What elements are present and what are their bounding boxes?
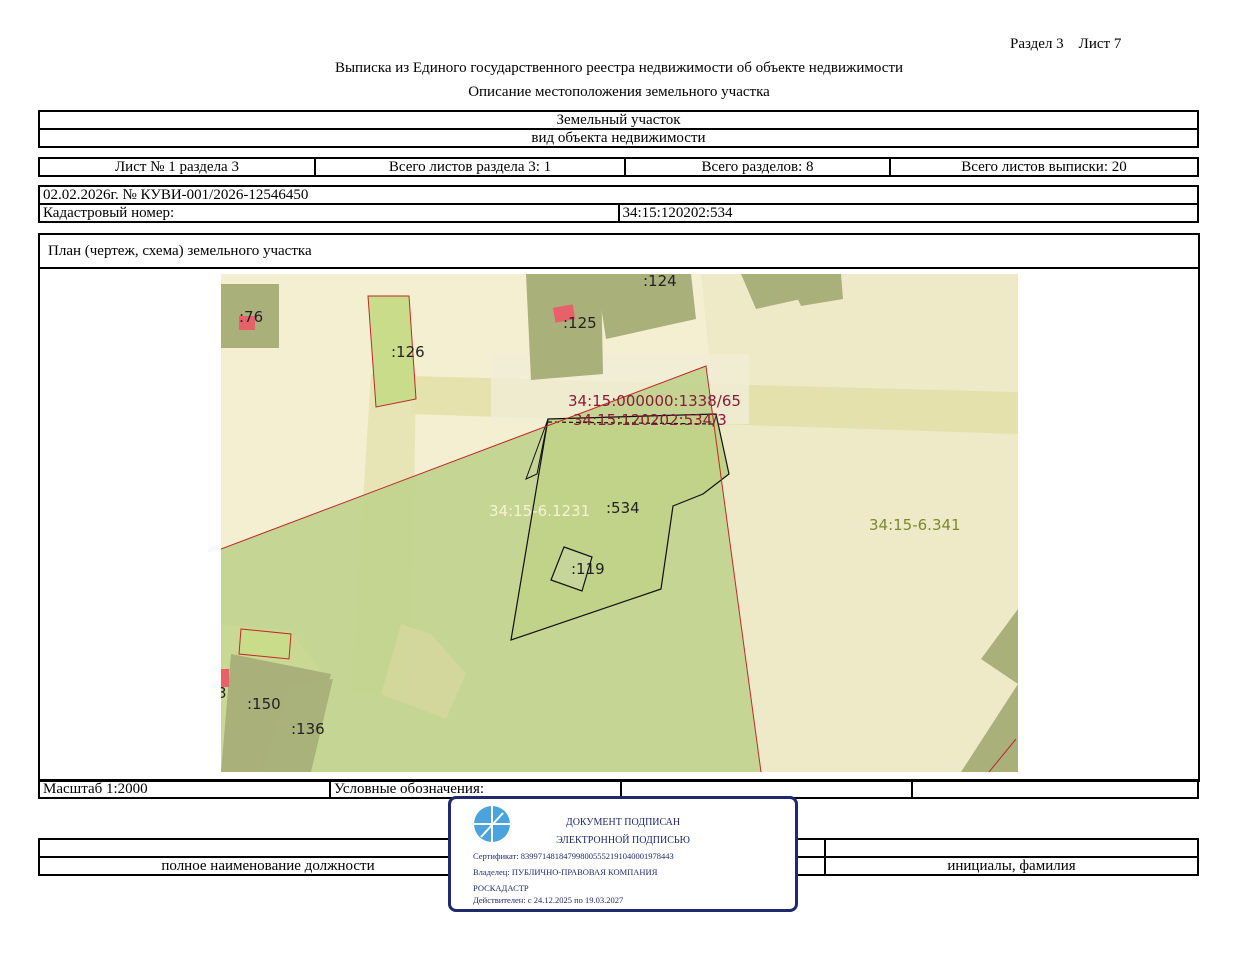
stamp-owner: Владелец: ПУБЛИЧНО-ПРАВОВАЯ КОМПАНИЯ [473,867,658,877]
position-cell-empty [38,838,498,858]
document-title: Выписка из Единого государственного реес… [334,60,904,76]
plan-caption-row: План (чертеж, схема) земельного участка [40,235,1198,269]
scale: Масштаб 1:2000 [38,779,331,799]
stamp-line-2: ЭЛЕКТРОННОЙ ПОДПИСЬЮ [556,835,690,846]
legend-cell-empty-2 [911,779,1199,799]
name-cell-empty [824,838,1199,858]
date-number: 02.02.2026г. № КУВИ-001/2026-12546450 [38,185,1199,205]
record-table: 02.02.2026г. № КУВИ-001/2026-12546450 Ка… [38,185,1199,223]
label-zone-341: 34:15-6.341 [869,516,961,534]
cadastral-map[interactable]: :76 :125 :124 :126 34:15:000000:1338/65 … [221,274,1018,772]
label-zone-1231: 34:15-6.1231 [489,502,590,520]
object-table: Земельный участок вид объекта недвижимос… [38,110,1199,148]
label-3: 3 [221,684,227,702]
object-name: Земельный участок [38,110,1199,130]
label-125: :125 [563,314,597,332]
stamp-line-1: ДОКУМЕНТ ПОДПИСАН [565,817,681,828]
cadastral-value: 34:15:120202:534 [617,203,1199,223]
object-kind: вид объекта недвижимости [38,128,1199,148]
total-sheets-extract: Всего листов выписки: 20 [889,157,1199,177]
stamp-owner-2: РОСКАДАСТР [473,883,529,893]
total-sections: Всего разделов: 8 [624,157,891,177]
cadastral-label: Кадастровый номер: [38,203,620,223]
parcel-bottom-left-strip [238,628,292,660]
section-sheet-number: Раздел 3 Лист 7 [1010,36,1122,52]
sheet-number: Лист № 1 раздела 3 [38,157,316,177]
label-119: :119 [571,560,605,578]
stamp-valid: Действителен: с 24.12.2025 по 19.03.2027 [473,895,624,905]
position-caption: полное наименование должности [38,856,498,876]
label-parcel-534-3: 34:15:120202:534/3 [573,411,727,429]
e-signature-stamp: ДОКУМЕНТ ПОДПИСАН ЭЛЕКТРОННОЙ ПОДПИСЬЮ С… [448,796,798,912]
map-svg: :76 :125 :124 :126 34:15:000000:1338/65 … [221,274,1018,772]
label-534: :534 [606,499,640,517]
label-parcel-1338: 34:15:000000:1338/65 [568,392,741,410]
label-136: :136 [291,720,325,738]
plan-caption: План (чертеж, схема) земельного участка [48,243,312,259]
stamp-certificate: Сертификат: 8399714818479980055521910400… [473,851,674,861]
name-caption: инициалы, фамилия [824,856,1199,876]
document-subtitle: Описание местоположения земельного участ… [468,84,770,100]
total-sheets-section: Всего листов раздела 3: 1 [314,157,626,177]
label-126: :126 [391,343,425,361]
label-150: :150 [247,695,281,713]
label-124: :124 [643,274,677,290]
label-76: :76 [239,308,263,326]
sheet-info-table: Лист № 1 раздела 3 Всего листов раздела … [38,157,1199,177]
